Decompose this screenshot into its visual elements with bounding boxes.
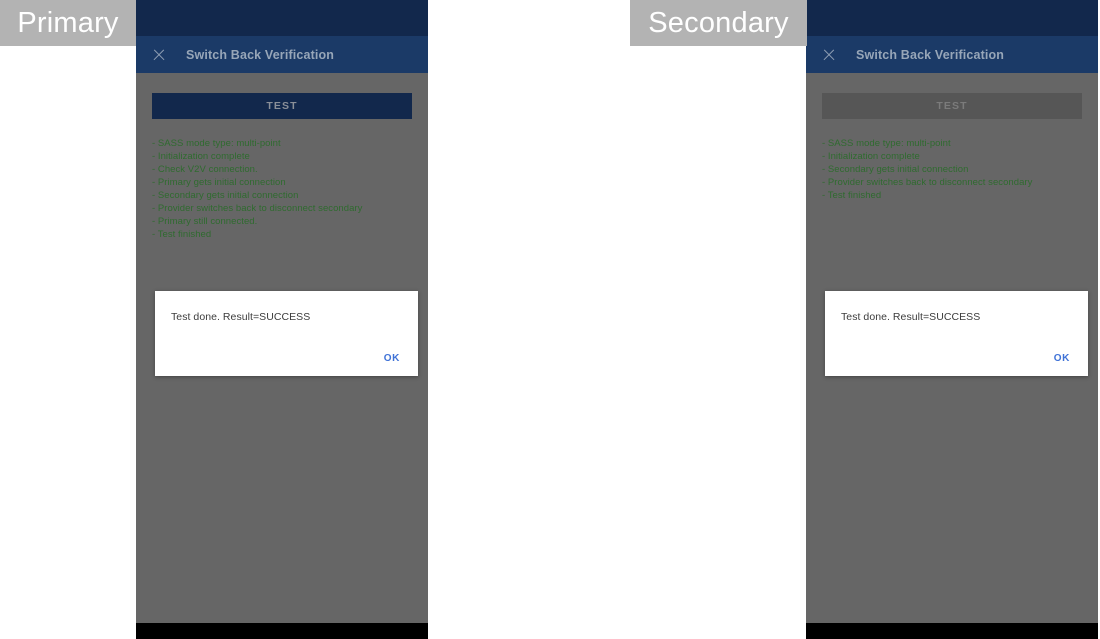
app-bar-title: Switch Back Verification [186, 47, 335, 62]
status-bar-secondary [806, 0, 1098, 36]
test-button: TEST [822, 93, 1082, 119]
dialog-message: Test done. Result=SUCCESS [841, 311, 981, 323]
log-line: - Secondary gets initial connection [152, 190, 299, 201]
log-output-secondary: - SASS mode type: multi-point - Initiali… [822, 137, 1088, 202]
app-bar-title: Switch Back Verification [856, 47, 1005, 62]
status-bar-primary [136, 0, 428, 36]
log-line: - Provider switches back to disconnect s… [822, 177, 1033, 188]
content-area-secondary: TEST - SASS mode type: multi-point - Ini… [806, 73, 1098, 623]
dialog-message: Test done. Result=SUCCESS [171, 311, 311, 323]
system-navigation-bar [136, 623, 428, 639]
dialog-actions: OK [380, 351, 404, 366]
result-dialog-secondary: Test done. Result=SUCCESS OK [825, 291, 1088, 376]
log-line: - SASS mode type: multi-point [822, 138, 951, 149]
content-area-primary: TEST - SASS mode type: multi-point - Ini… [136, 73, 428, 623]
app-bar-secondary: Switch Back Verification [806, 36, 1098, 73]
role-badge-secondary: Secondary [630, 0, 807, 46]
device-screen-secondary: Switch Back Verification TEST - SASS mod… [806, 0, 1098, 639]
log-output-primary: - SASS mode type: multi-point - Initiali… [152, 137, 418, 241]
log-line: - Primary still connected. [152, 216, 258, 227]
dialog-ok-button[interactable]: OK [1050, 351, 1074, 366]
log-line: - Initialization complete [822, 151, 920, 162]
result-dialog-primary: Test done. Result=SUCCESS OK [155, 291, 418, 376]
log-line: - Check V2V connection. [152, 164, 258, 175]
test-button[interactable]: TEST [152, 93, 412, 119]
log-line: - Secondary gets initial connection [822, 164, 969, 175]
log-line: - Test finished [822, 190, 882, 201]
log-line: - SASS mode type: multi-point [152, 138, 281, 149]
log-line: - Test finished [152, 229, 212, 240]
close-icon[interactable] [822, 48, 835, 61]
system-navigation-bar [806, 623, 1098, 639]
log-line: - Provider switches back to disconnect s… [152, 203, 363, 214]
log-line: - Primary gets initial connection [152, 177, 286, 188]
dialog-actions: OK [1050, 351, 1074, 366]
log-line: - Initialization complete [152, 151, 250, 162]
device-screen-primary: Switch Back Verification TEST - SASS mod… [136, 0, 428, 639]
role-badge-primary: Primary [0, 0, 136, 46]
close-icon[interactable] [152, 48, 165, 61]
app-bar-primary: Switch Back Verification [136, 36, 428, 73]
dialog-ok-button[interactable]: OK [380, 351, 404, 366]
